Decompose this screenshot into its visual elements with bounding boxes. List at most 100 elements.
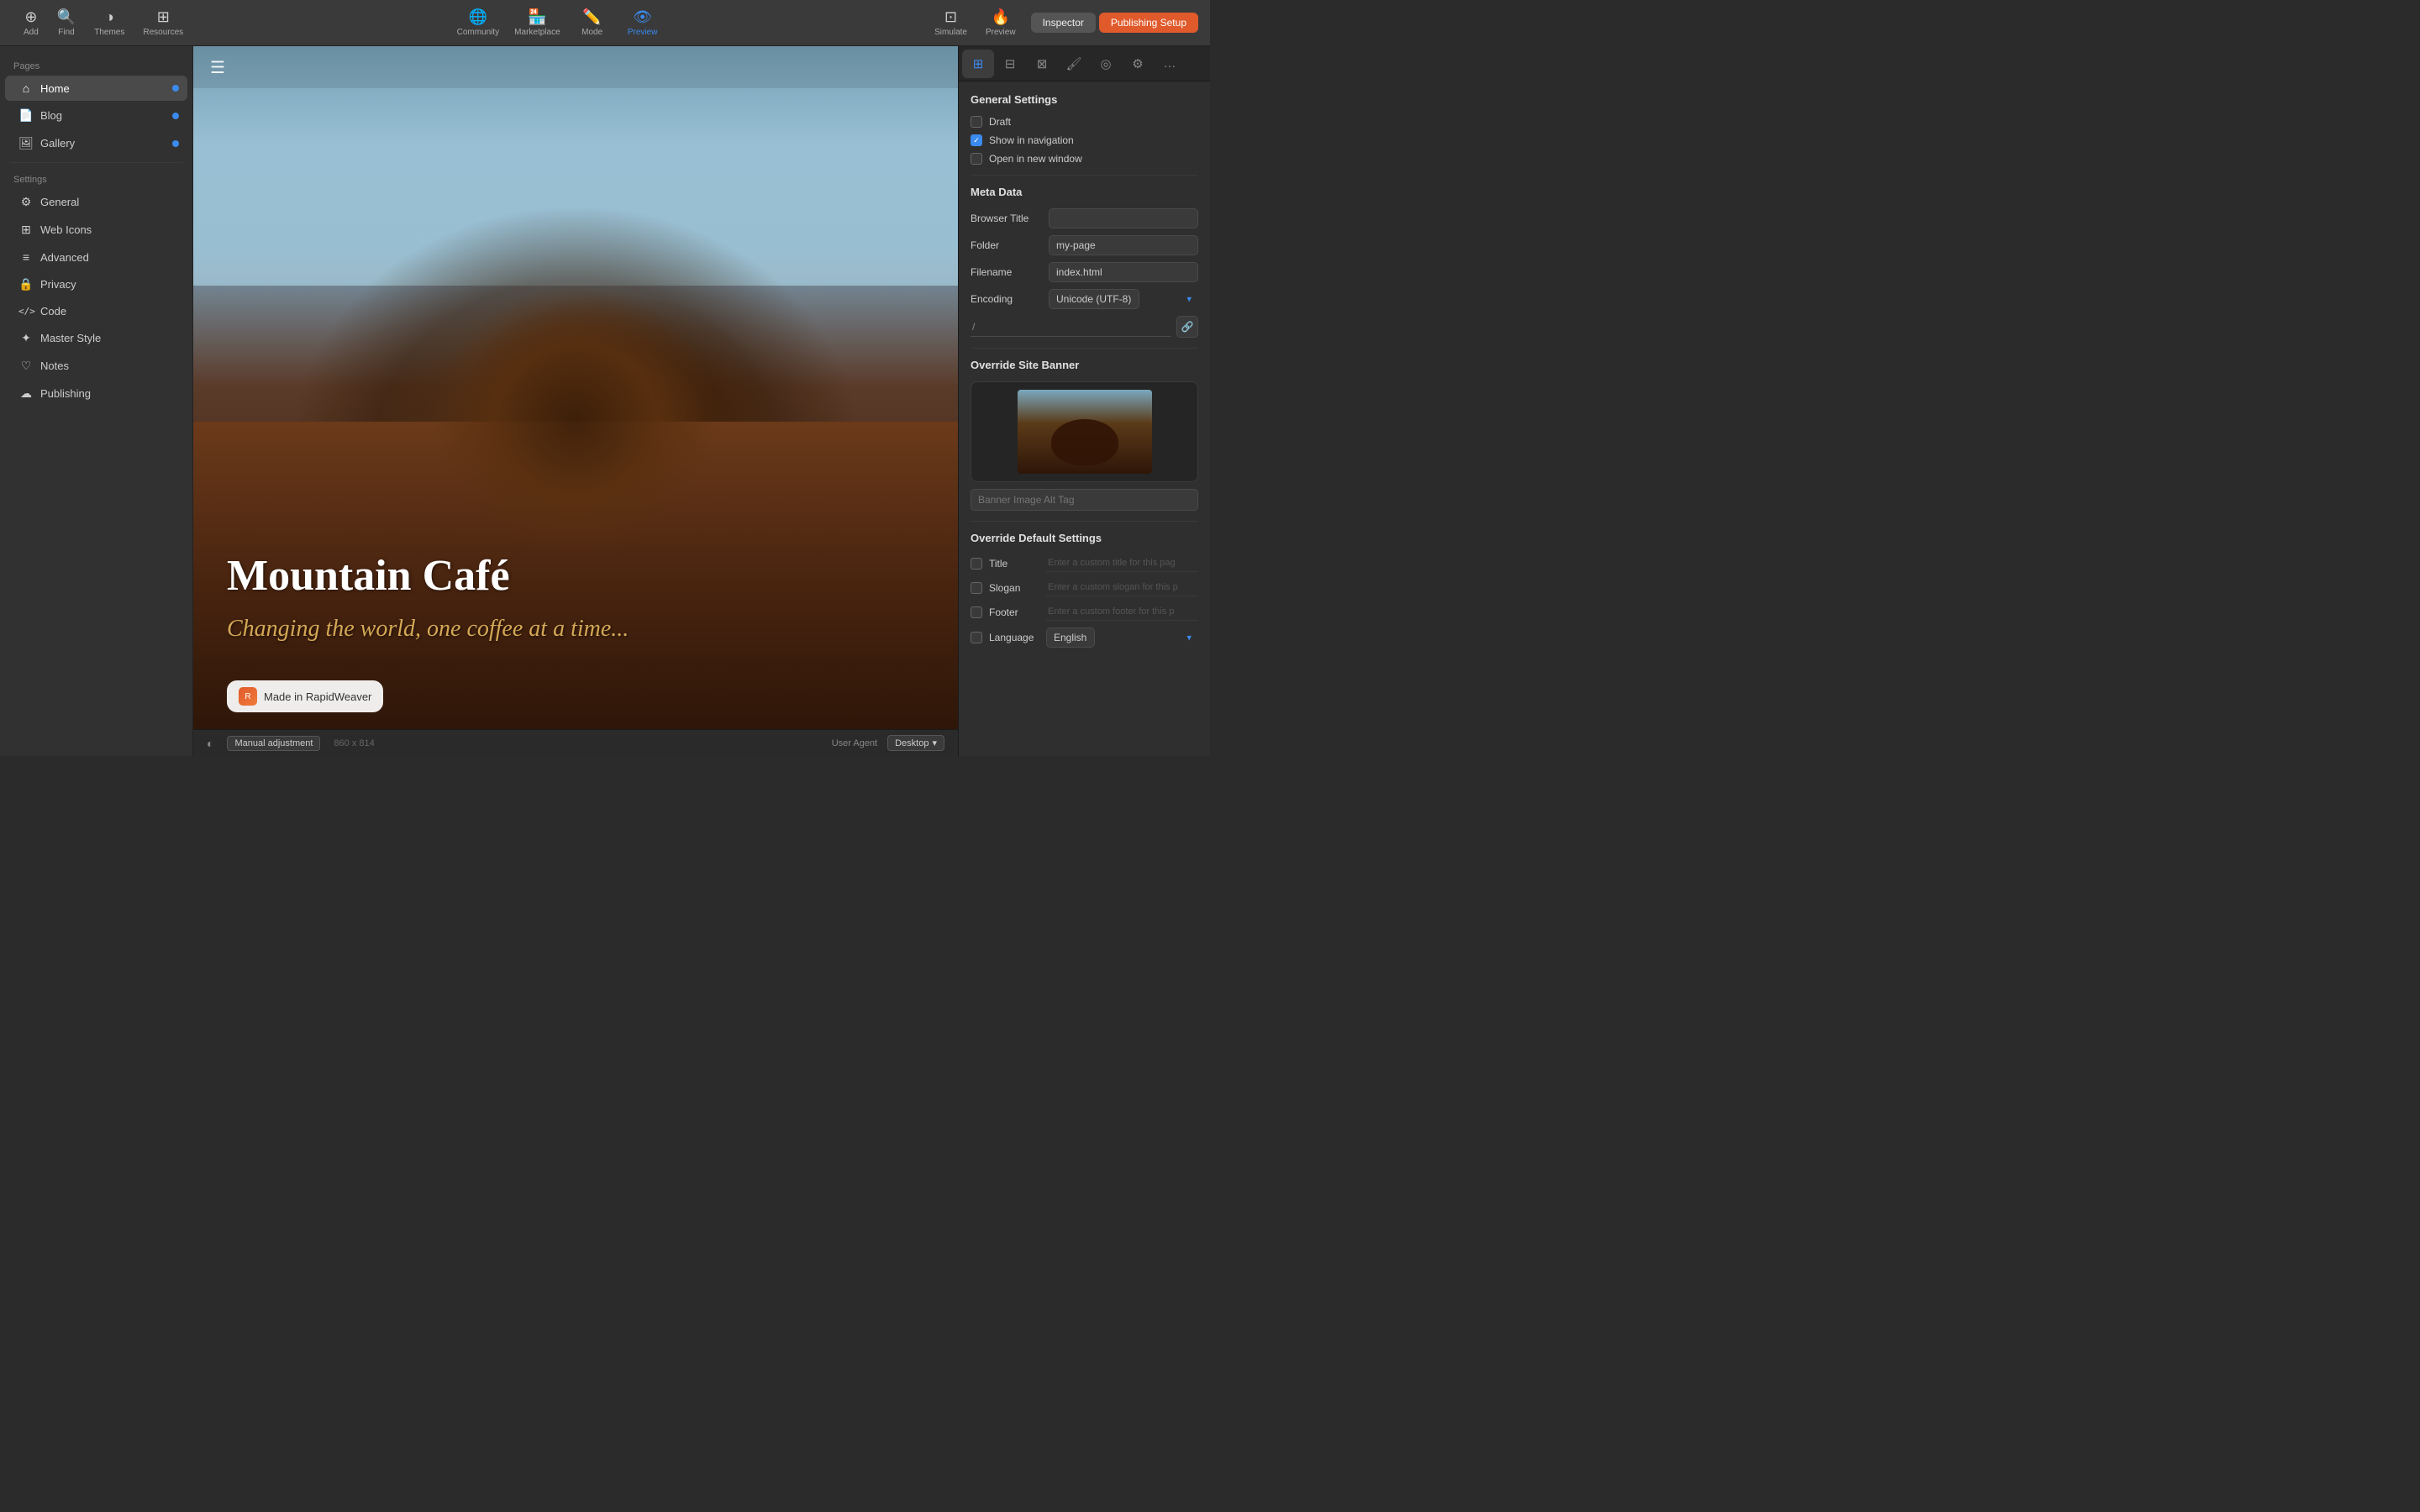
toolbar-community[interactable]: 🌐 Community [450,5,507,40]
privacy-label: Privacy [40,278,76,291]
override-footer-checkbox[interactable] [971,606,982,618]
toolbar-preview[interactable]: 👁 Preview [618,5,668,40]
folder-label: Folder [971,239,1042,251]
rp-tab-settings[interactable]: ⚙ [1122,50,1154,78]
publishing-setup-button[interactable]: Publishing Setup [1099,13,1198,33]
url-input[interactable] [971,318,1171,337]
toolbar: ⊕ Add 🔍 Find ◑ Themes ⊞ Resources 🌐 Comm… [0,0,1210,46]
made-in-badge: R Made in RapidWeaver [227,680,383,712]
sidebar-item-blog[interactable]: 📄 Blog [5,102,187,129]
sidebar-item-code[interactable]: </> Code [5,299,187,323]
filename-input[interactable] [1049,262,1198,282]
add-icon: ⊕ [24,8,37,26]
rp-tab-target[interactable]: ◎ [1090,50,1122,78]
banner-image-area[interactable] [971,381,1198,482]
pages-section-label: Pages [0,55,192,75]
code-icon: </> [18,306,34,317]
override-title-row: Title [971,554,1198,572]
rp-tab-columns[interactable]: ⊠ [1026,50,1058,78]
link-icon-button[interactable]: 🔗 [1176,316,1198,338]
toolbar-find[interactable]: 🔍 Find [50,5,82,40]
code-label: Code [40,305,66,318]
notes-label: Notes [40,360,69,372]
language-select-wrap: English [1046,627,1198,648]
banner-thumbnail [1018,390,1152,474]
draft-label: Draft [989,116,1011,128]
url-row: 🔗 [971,316,1198,338]
toolbar-themes[interactable]: ◑ Themes [87,5,131,40]
override-footer-input[interactable] [1046,603,1198,621]
site-title: Mountain Café [227,551,924,601]
toolbar-marketplace[interactable]: 🏪 Marketplace [508,5,566,40]
toolbar-add[interactable]: ⊕ Add [17,5,45,40]
sidebar-item-gallery[interactable]: 🖼 Gallery [5,130,187,156]
privacy-icon: 🔒 [18,277,34,291]
toolbar-right-center: ⊡ Simulate 🔥 Preview [919,5,1030,40]
site-content: Mountain Café Changing the world, one co… [227,551,924,645]
open-new-window-checkbox[interactable] [971,153,982,165]
sidebar-item-home[interactable]: ⌂ Home [5,76,187,101]
browser-title-input[interactable] [1049,208,1198,228]
general-icon: ⚙ [18,195,34,209]
language-select[interactable]: English [1046,627,1095,648]
toolbar-preview-btn[interactable]: 🔥 Preview [979,5,1023,40]
resources-label: Resources [143,28,183,37]
preview-icon: 👁 [633,8,652,26]
inspector-button[interactable]: Inspector [1031,13,1096,33]
right-panel-content: General Settings Draft Show in navigatio… [959,81,1210,756]
toolbar-resources[interactable]: ⊞ Resources [136,5,190,40]
divider-3 [971,521,1198,522]
override-title-input[interactable] [1046,554,1198,572]
sidebar-item-privacy[interactable]: 🔒 Privacy [5,271,187,297]
mode-label: Mode [581,28,602,37]
right-panel: ⊞ ⊟ ⊠ 🖌 ◎ ⚙ … General Settings Draft Sho… [958,46,1210,756]
draft-row: Draft [971,116,1198,128]
override-settings-title: Override Default Settings [971,532,1198,544]
rp-tab-layout[interactable]: ⊞ [962,50,994,78]
sidebar-item-web-icons[interactable]: ⊞ Web Icons [5,217,187,243]
override-title-checkbox[interactable] [971,558,982,570]
main-area: Pages ⌂ Home 📄 Blog 🖼 Gallery Settings ⚙… [0,46,1210,756]
dropdown-chevron: ▾ [932,738,937,748]
brightness-icon: ◐ [207,737,213,750]
override-slogan-input[interactable] [1046,579,1198,596]
manual-adjustment-dropdown[interactable]: Manual adjustment [227,736,320,751]
toolbar-simulate[interactable]: ⊡ Simulate [928,5,974,40]
publishing-label: Publishing [40,387,91,400]
sidebar-item-master-style[interactable]: ✦ Master Style [5,325,187,351]
override-slogan-checkbox[interactable] [971,582,982,594]
override-language-checkbox[interactable] [971,632,982,643]
marketplace-label: Marketplace [514,28,560,37]
encoding-select-wrap: Unicode (UTF-8) [1049,289,1198,309]
community-icon: 🌐 [469,8,487,26]
show-in-nav-checkbox[interactable] [971,134,982,146]
toolbar-mode[interactable]: ✏️ Mode [567,5,618,40]
settings-section-label: Settings [0,168,192,188]
desktop-label: Desktop [895,738,929,748]
sidebar-item-advanced[interactable]: ≡ Advanced [5,244,187,270]
blog-label: Blog [40,109,62,122]
rp-tab-table[interactable]: ⊟ [994,50,1026,78]
override-language-row: Language English [971,627,1198,648]
open-new-window-row: Open in new window [971,153,1198,165]
find-icon: 🔍 [57,8,76,26]
sidebar-item-publishing[interactable]: ☁ Publishing [5,381,187,407]
draft-checkbox[interactable] [971,116,982,128]
rp-tab-brush[interactable]: 🖌 [1058,50,1090,78]
desktop-dropdown[interactable]: Desktop ▾ [887,735,944,751]
filename-label: Filename [971,266,1042,278]
publishing-icon: ☁ [18,386,34,401]
home-dot [172,85,179,92]
sidebar-item-notes[interactable]: ♡ Notes [5,353,187,379]
encoding-select[interactable]: Unicode (UTF-8) [1049,289,1139,309]
find-label: Find [58,28,74,37]
blog-dot [172,113,179,119]
simulate-label: Simulate [934,28,967,37]
sidebar: Pages ⌂ Home 📄 Blog 🖼 Gallery Settings ⚙… [0,46,193,756]
banner-alt-input[interactable] [971,489,1198,511]
rp-tab-more[interactable]: … [1154,50,1186,78]
browser-title-row: Browser Title [971,208,1198,228]
add-label: Add [24,28,39,37]
folder-input[interactable] [1049,235,1198,255]
sidebar-item-general[interactable]: ⚙ General [5,189,187,215]
